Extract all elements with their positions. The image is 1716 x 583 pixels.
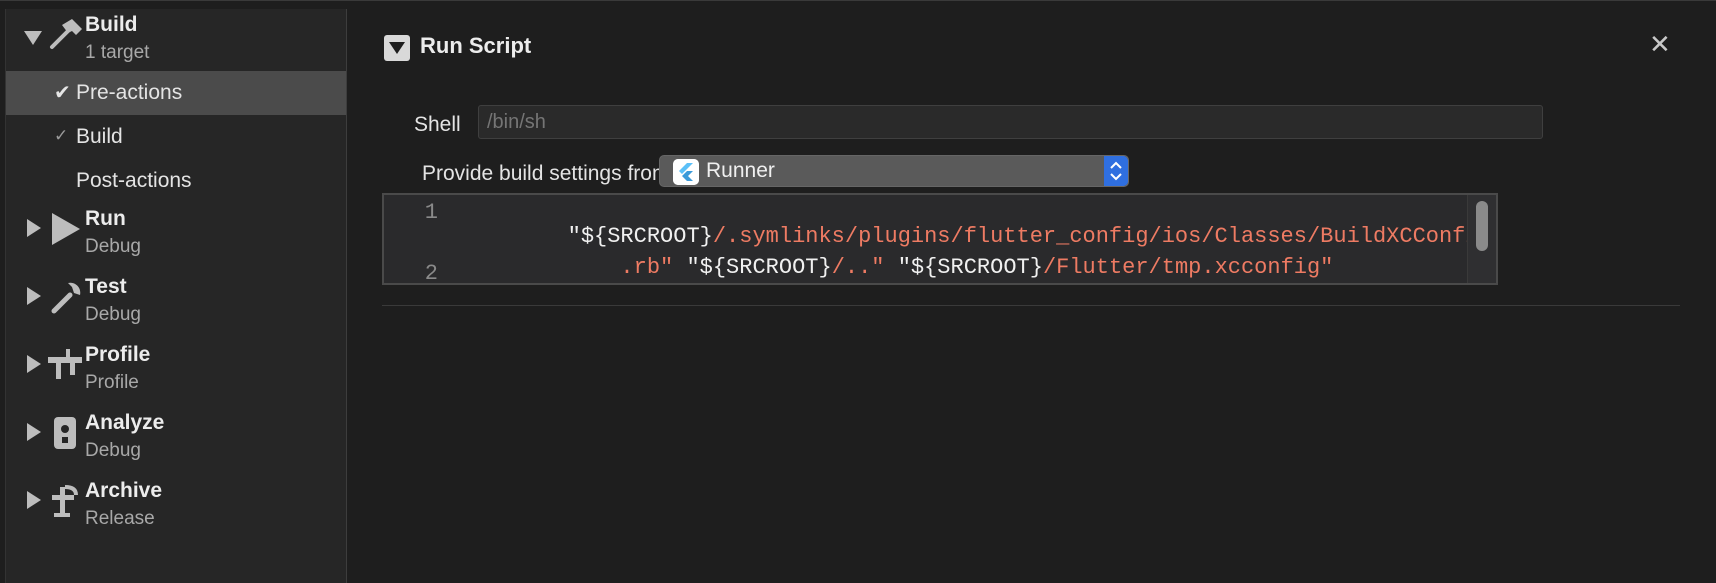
build-phase-label: Build bbox=[76, 125, 123, 148]
scheme-item-archive[interactable]: Archive Release bbox=[6, 475, 346, 537]
disclosure-collapsed-icon[interactable] bbox=[27, 355, 41, 373]
build-phase-post-actions[interactable]: Post-actions bbox=[6, 159, 346, 203]
scheme-item-profile[interactable]: Profile Profile bbox=[6, 339, 346, 401]
chevron-up-down-icon bbox=[1104, 156, 1128, 186]
checkmark-icon: ✓ bbox=[54, 126, 69, 145]
disclosure-collapsed-icon[interactable] bbox=[27, 491, 41, 509]
line-number: 1 bbox=[424, 200, 438, 225]
scheme-item-analyze[interactable]: Analyze Debug bbox=[6, 407, 346, 469]
section-divider bbox=[382, 305, 1680, 306]
wrench-icon bbox=[51, 282, 81, 314]
scheme-subtitle: Profile bbox=[85, 372, 139, 393]
build-phase-build[interactable]: ✓ Build bbox=[6, 115, 346, 159]
scheme-subtitle: Debug bbox=[85, 440, 141, 461]
code-token: "${SRCROOT} bbox=[884, 255, 1043, 280]
disclosure-collapsed-icon[interactable] bbox=[27, 219, 41, 237]
scheme-title: Analyze bbox=[85, 411, 165, 434]
scheme-subtitle: 1 target bbox=[85, 42, 150, 63]
run-script-panel: Run Script ✕ Shell Provide build setting… bbox=[347, 9, 1716, 583]
scheme-item-build[interactable]: Build 1 target bbox=[6, 9, 346, 71]
hammer-icon bbox=[50, 19, 82, 49]
scrollbar-thumb[interactable] bbox=[1476, 201, 1488, 251]
provide-build-settings-label: Provide build settings from bbox=[422, 162, 670, 185]
build-phase-label: Pre-actions bbox=[76, 81, 183, 104]
disclosure-collapsed-icon[interactable] bbox=[27, 287, 41, 305]
analyze-icon bbox=[54, 417, 76, 449]
code-line-1-wrapped: .rb" "${SRCROOT}/.." "${SRCROOT}/Flutter… bbox=[462, 230, 1333, 305]
window-frame: Build 1 target ✔ Pre-actions ✓ Build Pos… bbox=[0, 0, 1716, 583]
archive-icon bbox=[52, 485, 78, 517]
code-token: .rb" bbox=[567, 255, 674, 280]
scheme-item-test[interactable]: Test Debug bbox=[6, 271, 346, 333]
play-icon bbox=[52, 213, 80, 245]
run-script-title: Run Script bbox=[420, 33, 532, 58]
scheme-title: Profile bbox=[85, 343, 151, 366]
scheme-item-run[interactable]: Run Debug bbox=[6, 203, 346, 265]
scheme-subtitle: Debug bbox=[85, 304, 141, 325]
disclosure-collapsed-icon[interactable] bbox=[27, 423, 41, 441]
shell-input[interactable] bbox=[478, 105, 1543, 139]
scheme-title: Archive bbox=[85, 479, 163, 502]
code-token: /Flutter/tmp.xcconfig" bbox=[1042, 255, 1334, 280]
scheme-title: Run bbox=[85, 207, 126, 230]
collapse-run-script-toggle[interactable] bbox=[384, 35, 410, 61]
build-phase-pre-actions[interactable]: ✔ Pre-actions bbox=[6, 71, 346, 115]
vertical-scrollbar[interactable] bbox=[1467, 195, 1496, 283]
script-editor[interactable]: 1 2 "${SRCROOT}/.symlinks/plugins/flutte… bbox=[382, 193, 1498, 286]
line-number-gutter: 1 2 bbox=[384, 195, 452, 286]
build-settings-target-value: Runner bbox=[706, 159, 775, 182]
flutter-icon bbox=[673, 159, 699, 185]
scheme-title: Build bbox=[85, 13, 138, 36]
line-number: 2 bbox=[424, 261, 438, 286]
scheme-subtitle: Release bbox=[85, 508, 155, 529]
scheme-subtitle: Debug bbox=[85, 236, 141, 257]
code-token: "${SRCROOT} bbox=[673, 255, 832, 280]
scheme-title: Test bbox=[85, 275, 127, 298]
checkmark-icon: ✔ bbox=[54, 82, 71, 104]
caliper-icon bbox=[48, 349, 82, 379]
scheme-sidebar: Build 1 target ✔ Pre-actions ✓ Build Pos… bbox=[5, 9, 348, 583]
close-icon[interactable]: ✕ bbox=[1649, 29, 1671, 60]
code-token: /.." bbox=[831, 255, 885, 280]
shell-label: Shell bbox=[414, 113, 461, 136]
disclosure-expanded-icon[interactable] bbox=[24, 31, 42, 45]
build-phase-label: Post-actions bbox=[76, 169, 192, 192]
build-settings-target-popup[interactable]: Runner bbox=[659, 155, 1129, 187]
